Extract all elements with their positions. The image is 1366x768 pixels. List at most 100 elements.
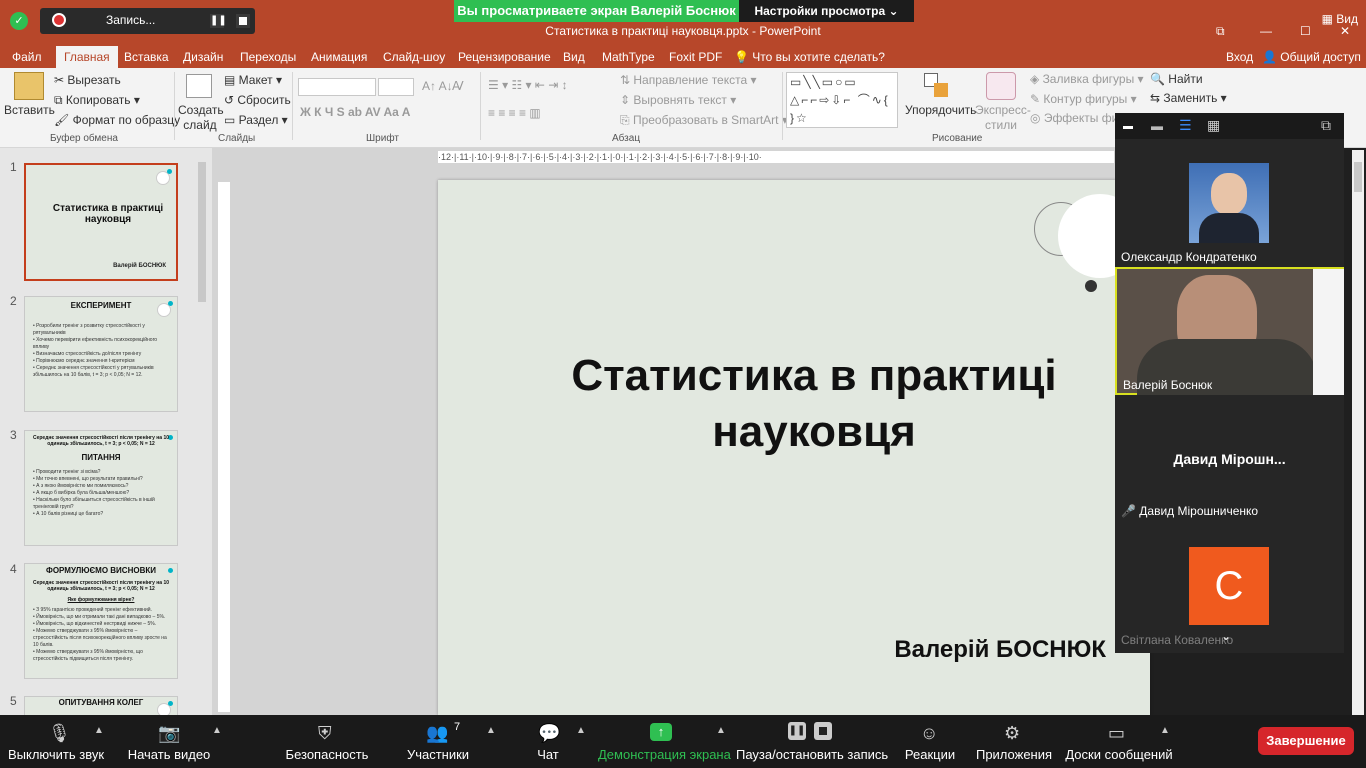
align-buttons[interactable]: ≡ ≡ ≡ ≡ ▥ xyxy=(488,106,541,120)
participants-options-caret[interactable]: ▲ xyxy=(486,725,496,736)
slide-title-line1: Статистика в практиці xyxy=(571,351,1057,400)
ribbon-separator xyxy=(174,72,175,140)
clear-format-icon[interactable]: Ꜹ xyxy=(452,79,464,93)
share-button[interactable]: 👤 Общий доступ xyxy=(1262,50,1361,64)
shape-effects-button[interactable]: ◎ Эффекты фигу xyxy=(1030,111,1129,125)
scrollbar-thumb[interactable] xyxy=(1354,162,1362,192)
slide-canvas[interactable]: Статистика в практиці науковця Валерій Б… xyxy=(438,180,1150,715)
view-settings-button[interactable]: Настройки просмотра ⌄ xyxy=(739,0,914,22)
single-view-icon[interactable]: ▬ xyxy=(1151,119,1163,133)
grow-font-icon[interactable]: A↑ A↓ xyxy=(422,79,453,93)
font-style-buttons[interactable]: Ж К Ч S ab AV Aa A xyxy=(300,105,410,119)
share-options-caret[interactable]: ▲ xyxy=(716,725,726,736)
smartart-button[interactable]: ⎘ Преобразовать в SmartArt ▾ xyxy=(620,113,788,128)
participant-name: Олександр Кондратенко xyxy=(1121,250,1257,264)
tab-foxit[interactable]: Foxit PDF xyxy=(669,50,722,64)
paste-button[interactable]: Вставить xyxy=(4,103,55,117)
quick-styles-button[interactable]: Экспресс-стили xyxy=(975,103,1031,133)
replace-button[interactable]: ⇆ Заменить ▾ xyxy=(1150,91,1227,105)
panel-view-controls: ▬ ▬ ☰ ▦ ⧉ xyxy=(1115,113,1344,139)
minimize-view-icon[interactable]: ▬ xyxy=(1123,121,1133,132)
section-button[interactable]: ▭ Раздел ▾ xyxy=(224,113,288,127)
slide-thumbnail-1[interactable]: Статистика в практиці науковця Валерій Б… xyxy=(24,163,178,281)
chat-options-caret[interactable]: ▲ xyxy=(576,725,586,736)
security-button[interactable]: ⛨ Безопасность xyxy=(282,715,372,768)
tab-mathtype[interactable]: MathType xyxy=(602,50,655,64)
tell-me-box[interactable]: 💡 Что вы хотите сделать? xyxy=(734,50,885,64)
pause-recording-button[interactable]: ❚❚ xyxy=(210,14,227,28)
align-text-button[interactable]: ⇕ Выровнять текст ▾ xyxy=(620,93,736,107)
participants-button[interactable]: 👥 7 Участники xyxy=(400,715,476,768)
new-slide-button[interactable]: Создать слайд xyxy=(178,103,224,133)
pause-stop-recording-button[interactable]: ❚❚ Пауза/остановить запись xyxy=(736,715,888,768)
slide-thumbnail-2[interactable]: ЕКСПЕРИМЕНТ • Розробили тренінг з розвит… xyxy=(24,296,178,412)
tab-insert[interactable]: Вставка xyxy=(124,50,169,64)
start-video-label: Начать видео xyxy=(127,747,211,762)
audio-options-caret[interactable]: ▲ xyxy=(94,725,104,736)
tab-view[interactable]: Вид xyxy=(563,50,585,64)
restore-ribbon-icon[interactable]: ⧉ xyxy=(1216,24,1225,39)
shape-fill-button[interactable]: ◈ Заливка фигуры ▾ xyxy=(1030,72,1144,86)
chevron-down-icon[interactable]: ⌄ xyxy=(1221,629,1231,643)
arrange-icon xyxy=(924,73,950,99)
font-group-label: Шрифт xyxy=(366,133,399,144)
maximize-button[interactable]: ☐ xyxy=(1300,24,1311,38)
whiteboards-options-caret[interactable]: ▲ xyxy=(1160,725,1170,736)
shape-outline-button[interactable]: ✎ Контур фигуры ▾ xyxy=(1030,92,1137,106)
editor-scrollbar[interactable] xyxy=(1352,150,1364,715)
shapes-gallery[interactable]: ▭╲╲▭○▭ △⌐⌐⇨⇩⌐ ⌒∿{ }☆ xyxy=(786,72,898,128)
participant-tile-2[interactable]: Валерій Боснюк xyxy=(1115,267,1344,395)
whiteboards-button[interactable]: ▭ Доски сообщений xyxy=(1064,715,1174,768)
text-direction-button[interactable]: ⇅ Направление текста ▾ xyxy=(620,73,757,87)
cut-button[interactable]: ✂ Вырезать xyxy=(54,73,121,87)
tab-slideshow[interactable]: Слайд-шоу xyxy=(383,50,445,64)
signin-link[interactable]: Вход xyxy=(1226,50,1253,64)
stop-recording-button[interactable] xyxy=(236,14,250,28)
strip-view-icon[interactable]: ☰ xyxy=(1179,117,1192,134)
font-name-field[interactable] xyxy=(298,78,376,96)
font-size-field[interactable] xyxy=(378,78,414,96)
copy-button[interactable]: ⧉ Копировать ▾ xyxy=(54,93,140,108)
reactions-button[interactable]: ☺ Реакции xyxy=(902,715,958,768)
thumbnails-scrollbar[interactable] xyxy=(198,152,206,712)
start-video-button[interactable]: 📷 Начать видео xyxy=(122,715,216,768)
slide-thumbnail-3[interactable]: Середнє значення стресостійкості після т… xyxy=(24,430,178,546)
layout-button[interactable]: ▤ Макет ▾ xyxy=(224,73,282,87)
reactions-label: Реакции xyxy=(904,747,956,762)
text-direction-icon: ⇅ xyxy=(620,73,634,87)
exit-panel-icon[interactable]: ⧉ xyxy=(1321,117,1331,134)
slide-thumbnail-4[interactable]: ФОРМУЛЮЄМО ВИСНОВКИ Середнє значення стр… xyxy=(24,563,178,679)
section-label: Раздел xyxy=(238,113,279,127)
tab-review[interactable]: Рецензирование xyxy=(458,50,551,64)
thumb-title: ПИТАННЯ xyxy=(81,453,121,462)
end-meeting-button[interactable]: Завершение xyxy=(1258,727,1354,755)
chevron-down-icon: ⌄ xyxy=(888,4,899,18)
tab-animations[interactable]: Анимация xyxy=(311,50,367,64)
participants-count: 7 xyxy=(454,721,461,733)
reset-button[interactable]: ↺ Сбросить xyxy=(224,93,291,107)
apps-button[interactable]: ⚙ Приложения xyxy=(974,715,1054,768)
tab-transitions[interactable]: Переходы xyxy=(240,50,296,64)
share-screen-button[interactable]: ↑ Демонстрация экрана xyxy=(598,715,731,768)
person-icon: 👤 xyxy=(1262,50,1277,64)
arrange-button[interactable]: Упорядочить xyxy=(905,103,976,117)
scrollbar-thumb[interactable] xyxy=(198,162,206,302)
tab-design[interactable]: Дизайн xyxy=(183,50,223,64)
format-painter-button[interactable]: 🖌 Формат по образцу xyxy=(54,113,180,127)
gallery-view-icon[interactable]: ▦ xyxy=(1207,117,1220,134)
chat-button[interactable]: 💬 Чат xyxy=(526,715,570,768)
view-menu[interactable]: ▦ Вид xyxy=(1322,12,1358,26)
slide-title[interactable]: Статистика в практиці науковця xyxy=(478,348,1150,460)
slide-author[interactable]: Валерій БОСНЮК xyxy=(894,636,1106,664)
list-buttons[interactable]: ☰ ▾ ☷ ▾ ⇤ ⇥ ↕ xyxy=(488,78,568,92)
tab-file[interactable]: Файл xyxy=(12,50,42,64)
tab-home[interactable]: Главная xyxy=(56,46,118,68)
close-button[interactable]: ✕ xyxy=(1340,24,1350,38)
participant-tile-4[interactable]: С Світлана Коваленко ⌄ xyxy=(1115,523,1344,653)
video-options-caret[interactable]: ▲ xyxy=(212,725,222,736)
participant-tile-3[interactable]: Давид Мірошн... 🎤 Давид Мірошниченко xyxy=(1115,395,1344,523)
mute-button[interactable]: 🎙 Выключить звук xyxy=(6,715,106,768)
participant-tile-1[interactable]: Олександр Кондратенко xyxy=(1115,139,1344,267)
find-button[interactable]: 🔍 Найти xyxy=(1150,72,1203,86)
minimize-button[interactable]: — xyxy=(1260,24,1272,38)
